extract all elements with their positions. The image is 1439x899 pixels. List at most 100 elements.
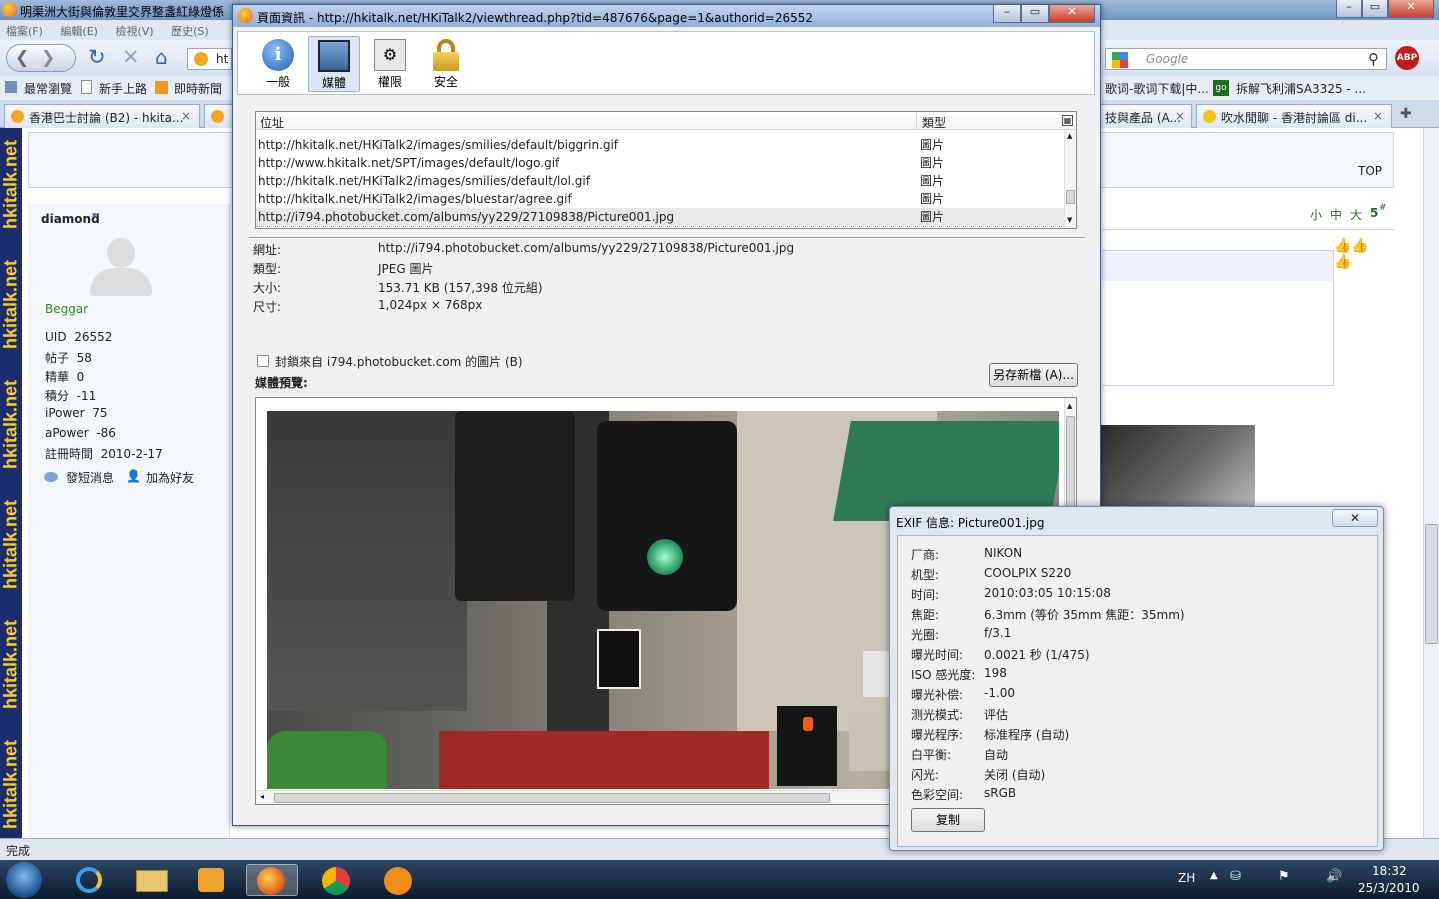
stop-icon[interactable]: ✕ (122, 45, 140, 69)
exif-content: 厂商: NIKON 机型: COOLPIX S220 时间: 2010:03:05 1… (897, 535, 1378, 847)
exif-label: 色彩空间: (911, 788, 964, 802)
start-button[interactable] (6, 862, 42, 898)
scrollbar-thumb[interactable] (274, 793, 830, 803)
copy-button[interactable]: 复制 (911, 808, 985, 832)
flag-icon[interactable]: ⚑ (1278, 869, 1290, 884)
font-large-link[interactable]: 大 (1350, 206, 1362, 223)
avatar (90, 238, 152, 296)
tab-label: 吹水閒聊 - 香港討論區 di... (1221, 111, 1368, 125)
splitter[interactable] (249, 237, 1085, 239)
scrollbar-thumb[interactable] (1425, 524, 1438, 644)
bookmark-lyrics[interactable]: 歌词-歌词下载|中... (1105, 80, 1209, 97)
tab-label: 安全 (433, 75, 458, 89)
exif-title: EXIF 信息: Picture001.jpg (896, 516, 1045, 530)
close-tab-icon[interactable]: × (1373, 109, 1383, 123)
new-tab-icon[interactable]: ✚ (1400, 106, 1412, 122)
forward-arrow-icon[interactable]: ❯ (41, 48, 55, 68)
tab-media[interactable]: 媒體 (308, 36, 360, 92)
music-app-icon[interactable] (372, 864, 424, 896)
browser-close-button[interactable]: ✕ (1388, 0, 1434, 18)
exif-value: 评估 (984, 708, 1009, 722)
send-message-link[interactable]: 發短消息 (66, 469, 114, 486)
scrollbar-thumb[interactable] (1066, 190, 1075, 204)
list-item[interactable]: http://hkitalk.net/HKiTalk2/images/smili… (256, 172, 1064, 190)
internet-explorer-icon[interactable] (64, 864, 116, 896)
dialog-maximize-button[interactable]: ▭ (1021, 5, 1049, 23)
browser-maximize-button[interactable]: ▭ (1362, 0, 1388, 18)
bookmark-getting-started[interactable]: 新手上路 (99, 80, 147, 97)
scrollbar-thumb[interactable] (1066, 416, 1075, 508)
browser-minimize-button[interactable]: – (1336, 0, 1362, 18)
url-bar[interactable]: ht (187, 48, 232, 70)
close-tab-icon[interactable]: × (181, 109, 191, 123)
bookmark-philips[interactable]: 拆解飞利浦SA3325 - ... (1236, 80, 1366, 97)
menu-history[interactable]: 歷史(S) (171, 25, 209, 38)
google-icon (1112, 52, 1128, 68)
list-item[interactable]: http://hkitalk.net/HKiTalk2/images/blues… (256, 190, 1064, 208)
username[interactable]: diamond (41, 212, 100, 226)
chrome-icon[interactable] (310, 864, 362, 896)
search-box[interactable]: Google ⚲ (1105, 48, 1387, 70)
scroll-left-icon[interactable]: ◂ (260, 792, 264, 801)
exif-title-bar[interactable]: EXIF 信息: Picture001.jpg (890, 507, 1383, 533)
detail-label: 類型: (253, 262, 282, 276)
menu-file[interactable]: 檔案(F) (6, 25, 43, 38)
tab-general[interactable]: i 一般 (252, 36, 304, 92)
media-player-icon[interactable] (186, 864, 238, 896)
explorer-folder-icon[interactable] (126, 864, 178, 896)
clock-date[interactable]: 25/3/2010 (1358, 881, 1420, 895)
save-as-button[interactable]: 另存新檔 (A)... (989, 363, 1078, 387)
tab-permissions[interactable]: ⚙ 權限 (364, 36, 416, 92)
dialog-title-bar[interactable]: 頁面資訊 - http://hkitalk.net/HKiTalk2/viewt… (233, 5, 1100, 27)
column-address[interactable]: 位址 (260, 114, 284, 131)
scroll-down-icon[interactable]: ▼ (1067, 216, 1072, 224)
stat-value: -86 (96, 426, 116, 440)
add-friend-link[interactable]: 加為好友 (146, 469, 194, 486)
tray-expand-icon[interactable]: ▲ (1210, 870, 1218, 881)
page-scrollbar[interactable] (1423, 128, 1439, 838)
firefox-icon (2, 2, 17, 17)
chevron-down-icon[interactable]: ▾ (92, 211, 97, 221)
stat-value: 58 (76, 351, 92, 365)
block-images-checkbox[interactable] (257, 355, 269, 367)
bookmark-most-visited[interactable]: 最常瀏覽 (24, 80, 72, 97)
list-item-selected[interactable]: http://i794.photobucket.com/albums/yy229… (256, 208, 1064, 226)
tab-label: 權限 (377, 75, 402, 89)
top-link[interactable]: TOP (1358, 164, 1382, 178)
tab-bus-forum[interactable]: 香港巴士討論 (B2) - hkita... × (4, 104, 200, 128)
list-item[interactable]: http://www.hkitalk.net/SPT/images/defaul… (256, 154, 1064, 172)
adblock-icon[interactable]: ABP (1395, 46, 1419, 70)
search-icon[interactable]: ⚲ (1368, 50, 1379, 68)
back-arrow-icon[interactable]: ❮ (15, 48, 29, 68)
back-forward-buttons[interactable]: ❮ ❯ (6, 44, 76, 72)
font-small-link[interactable]: 小 (1310, 206, 1322, 223)
network-icon[interactable]: ⛁ (1230, 869, 1241, 884)
column-type[interactable]: 類型 (922, 114, 946, 131)
exif-close-button[interactable]: ✕ (1332, 509, 1378, 527)
scroll-up-icon[interactable]: ▲ (1067, 132, 1072, 140)
list-scrollbar[interactable]: ▲ ▼ (1064, 130, 1076, 228)
dialog-close-button[interactable]: ✕ (1049, 5, 1095, 23)
close-tab-icon[interactable]: × (1175, 109, 1185, 123)
exif-label: 光圈: (911, 628, 940, 642)
list-item[interactable]: http://hkitalk.net/HKiTalk2/images/smili… (256, 136, 1064, 154)
bookmark-latest-news[interactable]: 即時新聞 (174, 80, 222, 97)
menu-view[interactable]: 檢視(V) (115, 25, 153, 38)
home-icon[interactable]: ⌂ (155, 45, 168, 69)
menu-edit[interactable]: 編輯(E) (60, 25, 98, 38)
tab-tech-products[interactable]: 技與產品 (A... × (1100, 104, 1192, 128)
tab-security[interactable]: 安全 (420, 36, 472, 92)
block-images-label[interactable]: 封鎖來自 i794.photobucket.com 的圖片 (B) (275, 353, 523, 370)
scroll-up-icon[interactable]: ▲ (1067, 402, 1072, 410)
exif-label: 焦距: (911, 608, 940, 622)
dialog-minimize-button[interactable]: – (993, 5, 1021, 23)
firefox-task-icon[interactable] (246, 864, 298, 896)
reload-icon[interactable]: ↻ (88, 45, 106, 69)
clock-time[interactable]: 18:32 (1372, 864, 1407, 878)
font-medium-link[interactable]: 中 (1330, 206, 1342, 223)
column-picker-icon[interactable]: ▦ (1062, 115, 1073, 126)
tab-chat-forum[interactable]: 吹水閒聊 - 香港討論區 di... × (1196, 104, 1392, 128)
post-photo-edge (1100, 425, 1255, 509)
language-indicator[interactable]: ZH (1178, 871, 1195, 885)
volume-icon[interactable]: 🔊 (1326, 869, 1342, 884)
